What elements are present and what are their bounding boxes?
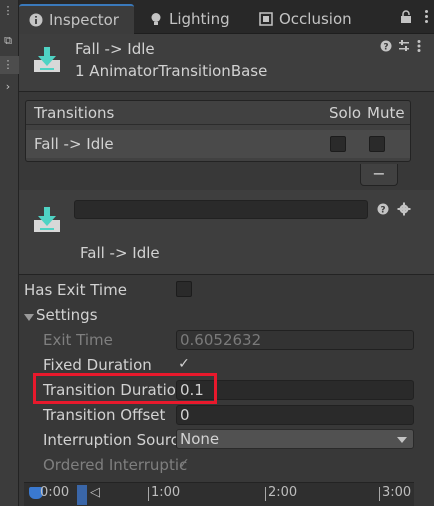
solo-checkbox[interactable] [330, 136, 346, 152]
timeline-label: 3:00 [382, 485, 412, 500]
tab-lighting[interactable]: Lighting [139, 4, 245, 34]
ordered-interruption-label: Ordered Interruptic [43, 456, 188, 474]
solo-column-label: Solo [329, 104, 362, 122]
chevron-down-icon [397, 437, 407, 443]
dropdown-value: None [180, 430, 220, 448]
fixed-duration-checkbox[interactable]: ✓ [176, 356, 192, 372]
settings-foldout-label[interactable]: Settings [36, 306, 98, 324]
marker-arrow-icon: ◁ [90, 485, 100, 500]
timeline-tick [379, 487, 380, 501]
svg-text:?: ? [383, 43, 388, 53]
transition-name-field[interactable] [74, 200, 368, 219]
inspector-header: Fall -> Idle 1 AnimatorTransitionBase ? [19, 34, 434, 92]
ordered-interruption-checkbox[interactable]: ✓ [176, 456, 192, 472]
mute-column-label: Mute [367, 104, 405, 122]
lightbulb-icon [149, 12, 163, 26]
exit-time-field[interactable]: 0.6052632 [176, 330, 414, 350]
object-title: Fall -> Idle [75, 40, 155, 58]
tab-inspector[interactable]: Inspector [19, 4, 134, 34]
tab-label: Inspector [49, 11, 119, 29]
kebab-icon[interactable] [416, 39, 428, 53]
inspector-panel: Fall -> Idle 1 AnimatorTransitionBase ? … [19, 34, 434, 506]
transition-title: Fall -> Idle [80, 244, 160, 262]
highlight-annotation [33, 373, 217, 404]
timeline-tick [265, 487, 266, 501]
header-tools: ? [380, 39, 428, 53]
transition-timeline[interactable]: 0:00 ◁ 1:00 2:00 3:00 [24, 482, 414, 506]
gear-icon[interactable] [397, 202, 411, 216]
mute-checkbox[interactable] [369, 136, 385, 152]
tab-label: Lighting [169, 10, 230, 28]
help-icon[interactable]: ? [380, 39, 392, 53]
animator-transition-icon [31, 44, 63, 76]
list-item[interactable]: Fall -> Idle [26, 130, 410, 158]
window-icon[interactable]: ⧉ [1, 34, 15, 48]
transition-marker[interactable] [77, 485, 87, 505]
interruption-source-dropdown[interactable]: None [176, 429, 414, 449]
svg-text:?: ? [380, 206, 385, 216]
settings-foldout-arrow-icon[interactable] [24, 314, 34, 321]
info-icon [29, 13, 43, 27]
remove-transition-button[interactable]: − [360, 164, 398, 186]
tab-occlusion[interactable]: Occlusion [249, 4, 369, 34]
fixed-duration-label: Fixed Duration [43, 356, 152, 374]
transitions-list: Transitions Solo Mute Fall -> Idle [25, 100, 411, 162]
lock-icon[interactable] [400, 10, 412, 24]
transition-offset-field[interactable]: 0 [176, 405, 414, 425]
kebab-icon[interactable]: ⋮ [1, 4, 15, 18]
object-subtitle: 1 AnimatorTransitionBase [75, 62, 268, 80]
timeline-tick [148, 487, 149, 501]
transitions-heading: Transitions [34, 104, 115, 122]
timeline-label: 0:00 [40, 485, 70, 500]
exit-time-label: Exit Time [43, 331, 113, 349]
has-exit-time-checkbox[interactable] [176, 281, 192, 297]
timeline-label: 2:00 [268, 485, 298, 500]
tab-menu-icon[interactable] [423, 8, 429, 24]
has-exit-time-label: Has Exit Time [24, 281, 127, 299]
occlusion-icon [259, 12, 273, 26]
divider [19, 274, 434, 275]
tab-label: Occlusion [279, 10, 352, 28]
presets-icon[interactable] [398, 39, 410, 53]
interruption-source-label: Interruption Sourc [43, 431, 179, 449]
transition-header: ? Fall -> Idle [19, 190, 434, 274]
editor-tab-bar: Inspector Lighting Occlusion [19, 0, 434, 34]
help-icon[interactable]: ? [377, 202, 389, 216]
timeline-label: 1:00 [151, 485, 181, 500]
left-toolbar-strip: ⋮ ⧉ ⋮ › [0, 0, 19, 506]
transition-name: Fall -> Idle [34, 135, 114, 153]
animator-transition-icon [31, 204, 63, 236]
chevron-right-icon[interactable]: › [1, 80, 15, 94]
transitions-list-header: Transitions Solo Mute [26, 101, 410, 125]
transition-offset-label: Transition Offset [43, 406, 166, 424]
kebab-icon[interactable]: ⋮ [1, 58, 15, 72]
